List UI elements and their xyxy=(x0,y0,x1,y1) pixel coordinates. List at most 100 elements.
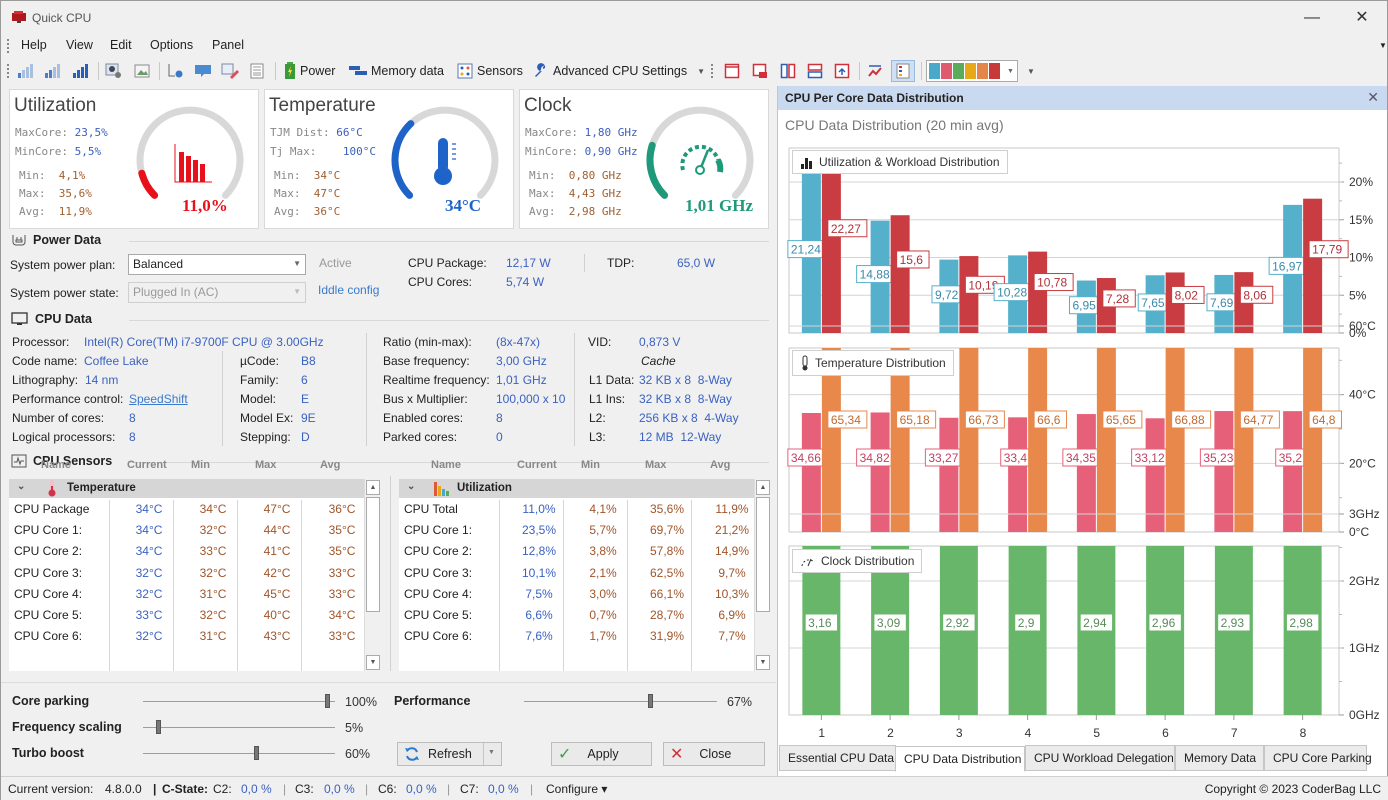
table-row[interactable]: CPU Core 2: 12,8% 3,8% 57,8% 14,9% xyxy=(399,541,754,562)
scroll-thumb[interactable] xyxy=(366,497,380,612)
tab-essential-cpu-data[interactable]: Essential CPU Data xyxy=(779,745,896,771)
chevron-down-icon[interactable]: ⌄ xyxy=(407,481,415,492)
group-row[interactable]: ⌄ Utilization xyxy=(399,479,754,498)
signal-low-icon[interactable] xyxy=(16,61,34,81)
layout-float-icon[interactable] xyxy=(752,61,768,81)
image-icon[interactable] xyxy=(133,61,151,81)
column-header-max[interactable]: Max xyxy=(255,459,276,471)
slider-track[interactable] xyxy=(143,701,335,702)
tab-cpu-workload-delegation[interactable]: CPU Workload Delegation xyxy=(1025,745,1175,771)
parked-cores-label: Parked cores: xyxy=(383,430,458,444)
scroll-up-button[interactable]: ▲ xyxy=(366,480,380,495)
table-row[interactable]: CPU Core 5: 33°C 32°C 40°C 34°C xyxy=(9,605,364,626)
table-row[interactable]: CPU Core 1: 23,5% 5,7% 69,7% 21,2% xyxy=(399,520,754,541)
vertical-scrollbar[interactable]: ▲ ▼ xyxy=(364,479,381,671)
configure-menu[interactable]: Configure ▾ xyxy=(546,782,607,796)
toolbar-grip[interactable] xyxy=(711,64,714,78)
table-row[interactable]: CPU Core 4: 32°C 31°C 45°C 33°C xyxy=(9,584,364,605)
document-icon[interactable] xyxy=(249,61,265,81)
column-header-avg[interactable]: Avg xyxy=(710,459,730,471)
dropdown-arrow-icon[interactable]: ▼ xyxy=(697,67,705,76)
close-button[interactable]: ✕ Close xyxy=(663,742,765,766)
signal-medium-icon[interactable] xyxy=(43,61,61,81)
slider-track[interactable] xyxy=(143,753,335,754)
column-header-min[interactable]: Min xyxy=(581,459,600,471)
menu-view[interactable]: View xyxy=(66,38,93,52)
layout-single-icon[interactable] xyxy=(724,61,740,81)
scroll-up-button[interactable]: ▲ xyxy=(756,480,770,495)
tab-cpu-core-parking[interactable]: CPU Core Parking xyxy=(1264,745,1372,771)
column-divider xyxy=(301,500,302,671)
power-button[interactable]: Power xyxy=(284,61,335,81)
minimize-button[interactable]: — xyxy=(1298,7,1326,29)
scroll-down-button[interactable]: ▼ xyxy=(366,655,380,670)
menu-edit[interactable]: Edit xyxy=(110,38,132,52)
scroll-thumb[interactable] xyxy=(756,497,770,612)
column-header-name[interactable]: Name xyxy=(41,459,71,471)
vertical-scrollbar[interactable]: ▲ ▼ xyxy=(754,479,771,671)
table-row[interactable]: CPU Core 4: 7,5% 3,0% 66,1% 10,3% xyxy=(399,584,754,605)
toolbar-overflow-icon[interactable]: ▼ xyxy=(1027,61,1035,81)
toolbar-grip[interactable] xyxy=(7,64,10,78)
menu-grip[interactable] xyxy=(7,39,10,53)
chevron-down-icon[interactable]: ⌄ xyxy=(17,481,25,492)
layout-restore-icon[interactable] xyxy=(834,61,850,81)
group-row[interactable]: ⌄ Temperature xyxy=(9,479,364,498)
slider-thumb[interactable] xyxy=(325,694,330,708)
slider-track[interactable] xyxy=(524,701,717,702)
table-row[interactable]: CPU Core 2: 34°C 33°C 41°C 35°C xyxy=(9,541,364,562)
sensors-button[interactable]: Sensors xyxy=(457,61,523,81)
menu-overflow-icon[interactable]: ▼ xyxy=(1379,41,1387,50)
column-header-min[interactable]: Min xyxy=(191,459,210,471)
tab-cpu-data-distribution[interactable]: CPU Data Distribution xyxy=(895,746,1025,772)
column-header-current[interactable]: Current xyxy=(127,459,167,471)
refresh-dropdown-icon[interactable]: ▼ xyxy=(488,749,495,756)
core-parking-slider[interactable] xyxy=(143,692,335,712)
layout-columns-icon[interactable] xyxy=(780,61,796,81)
menu-help[interactable]: Help xyxy=(21,38,47,52)
advanced-cpu-settings-button[interactable]: Advanced CPU Settings ▼ xyxy=(533,61,705,81)
message-icon[interactable] xyxy=(194,61,212,81)
menu-options[interactable]: Options xyxy=(150,38,193,52)
slider-thumb[interactable] xyxy=(156,720,161,734)
column-header-max[interactable]: Max xyxy=(645,459,666,471)
table-row[interactable]: CPU Core 3: 10,1% 2,1% 62,5% 9,7% xyxy=(399,563,754,584)
table-row[interactable]: CPU Core 5: 6,6% 0,7% 28,7% 6,9% xyxy=(399,605,754,626)
idle-config-link[interactable]: Iddle config xyxy=(318,283,379,297)
table-row[interactable]: CPU Core 1: 34°C 32°C 44°C 35°C xyxy=(9,520,364,541)
scroll-down-button[interactable]: ▼ xyxy=(756,655,770,670)
clear-table-icon[interactable] xyxy=(221,61,239,81)
power-state-select[interactable]: Plugged In (AC) ▼ xyxy=(128,282,306,303)
color-palette-dropdown[interactable]: ▼ xyxy=(926,60,1018,82)
column-header-name[interactable]: Name xyxy=(431,459,461,471)
screenshot-settings-icon[interactable] xyxy=(105,61,123,81)
apply-button[interactable]: ✓ Apply xyxy=(551,742,652,766)
table-row[interactable]: CPU Total 11,0% 4,1% 35,6% 11,9% xyxy=(399,499,754,520)
table-row[interactable]: CPU Package 34°C 34°C 47°C 36°C xyxy=(9,499,364,520)
legend-toggle-button[interactable] xyxy=(891,60,915,82)
panel-close-icon[interactable]: ✕ xyxy=(1367,89,1379,106)
menu-panel[interactable]: Panel xyxy=(212,38,244,52)
layout-rows-icon[interactable] xyxy=(807,61,823,81)
table-row[interactable]: CPU Core 6: 32°C 31°C 43°C 33°C xyxy=(9,626,364,647)
signal-high-icon[interactable] xyxy=(71,61,89,81)
line-chart-icon[interactable] xyxy=(867,61,883,81)
column-header-current[interactable]: Current xyxy=(517,459,557,471)
memory-data-button[interactable]: Memory data xyxy=(349,61,444,81)
speedshift-link[interactable]: SpeedShift xyxy=(129,392,188,406)
palette-swatch xyxy=(929,63,940,79)
table-row[interactable]: CPU Core 3: 32°C 32°C 42°C 33°C xyxy=(9,563,364,584)
slider-thumb[interactable] xyxy=(254,746,259,760)
slider-track[interactable] xyxy=(143,727,335,728)
chart-settings-icon[interactable] xyxy=(167,61,185,81)
column-header-avg[interactable]: Avg xyxy=(320,459,340,471)
tab-memory-data[interactable]: Memory Data xyxy=(1175,745,1264,771)
table-row[interactable]: CPU Core 6: 7,6% 1,7% 31,9% 7,7% xyxy=(399,626,754,647)
frequency-scaling-slider[interactable] xyxy=(143,718,335,738)
performance-slider[interactable] xyxy=(524,692,717,712)
close-window-button[interactable]: ✕ xyxy=(1348,7,1376,29)
refresh-button[interactable]: Refresh ▼ xyxy=(397,742,502,766)
slider-thumb[interactable] xyxy=(648,694,653,708)
power-plan-select[interactable]: Balanced ▼ xyxy=(128,254,306,275)
turbo-boost-slider[interactable] xyxy=(143,744,335,764)
